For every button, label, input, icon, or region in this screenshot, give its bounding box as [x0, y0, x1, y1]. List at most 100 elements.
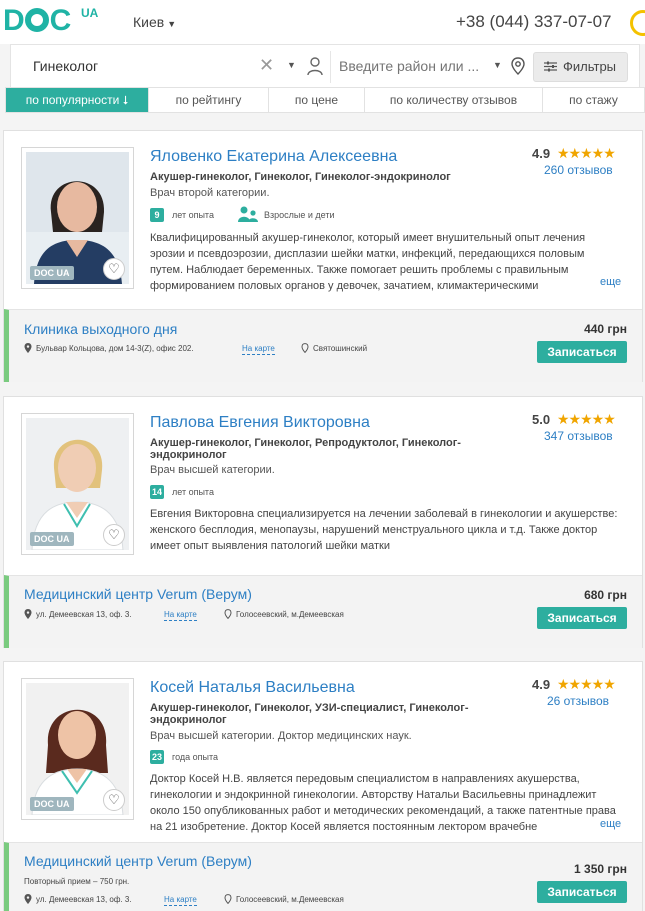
clinic-name[interactable]: Клиника выходного дня: [24, 321, 177, 337]
read-more-link[interactable]: еще: [598, 818, 622, 830]
doctor-category: Врач второй категории.: [150, 187, 270, 199]
doctor-category: Врач высшей категории.: [150, 464, 275, 476]
sort-price[interactable]: по цене: [269, 88, 365, 112]
district-search: ▼: [337, 51, 535, 83]
doctor-photo[interactable]: DOC UA ♡: [21, 147, 134, 289]
doctor-card: DOC UA ♡ Косей Наталья Васильевна 4.9 ★★…: [3, 661, 643, 911]
district-input[interactable]: [339, 58, 479, 74]
sort-label: по цене: [294, 93, 339, 107]
clinic-address: ул. Демеевская 13, оф. 3.: [36, 895, 132, 904]
chevron-down-icon: ▼: [167, 19, 177, 29]
doctor-portrait: DOC UA ♡: [26, 683, 129, 815]
doctor-name[interactable]: Яловенко Екатерина Алексеевна: [150, 148, 397, 166]
sort-label: по популярности: [25, 93, 120, 107]
filters-button[interactable]: Фильтры: [533, 52, 628, 82]
repeat-visit-price: Повторный прием – 750 грн.: [24, 877, 130, 886]
clinic-district: Святошинский: [313, 344, 368, 353]
reviews-link[interactable]: 260 отзывов: [544, 163, 613, 177]
phone-number[interactable]: +38 (044) 337-07-07: [456, 12, 611, 32]
experience-label: лет опыта: [172, 210, 214, 220]
favorite-heart-icon[interactable]: ♡: [103, 258, 125, 280]
city-selector[interactable]: Киев ▼: [133, 14, 176, 30]
experience-years: 9: [150, 208, 164, 222]
sort-experience[interactable]: по стажу: [543, 88, 644, 112]
visit-price: 680 грн: [584, 588, 627, 602]
logo-text: DC: [3, 4, 71, 37]
clinic-district: Голосеевский, м.Демеевская: [236, 895, 344, 904]
experience-years: 14: [150, 485, 164, 499]
experience-label: года опыта: [172, 752, 219, 762]
logo-sup: UA: [81, 6, 99, 20]
chevron-down-icon[interactable]: ▼: [287, 60, 296, 70]
book-appointment-button[interactable]: Записаться: [537, 607, 627, 629]
doctor-name[interactable]: Косей Наталья Васильевна: [150, 679, 355, 697]
visit-price: 1 350 грн: [574, 862, 627, 876]
doctor-specialties: Акушер-гинеколог, Гинеколог, УЗИ-специал…: [150, 702, 469, 726]
filters-label: Фильтры: [563, 59, 617, 74]
clear-icon[interactable]: ✕: [259, 55, 274, 76]
city-label: Киев: [133, 14, 165, 30]
doctor-category: Врач высшей категории. Доктор медицински…: [150, 730, 412, 742]
clinic-address: ул. Демеевская 13, оф. 3.: [36, 610, 132, 619]
doctor-person-icon[interactable]: [306, 56, 324, 76]
rating-stars: ★★★★★: [557, 676, 616, 692]
doctor-photo[interactable]: DOC UA ♡: [21, 678, 134, 820]
location-pin-icon: [24, 343, 32, 353]
location-outline-icon: [224, 894, 232, 904]
sort-label: по количеству отзывов: [389, 93, 518, 107]
rating-value: 5.0: [532, 412, 551, 427]
doc-ua-badge: DOC UA: [30, 797, 74, 811]
reviews-link[interactable]: 347 отзывов: [544, 429, 613, 443]
sort-label: по стажу: [569, 93, 618, 107]
clinic-section: Клиника выходного дня Бульвар Кольцова, …: [4, 309, 642, 382]
experience-years: 23: [150, 750, 164, 764]
doctor-description: Квалифицированный акушер-гинеколог, кото…: [150, 232, 586, 292]
clinic-section: Медицинский центр Verum (Верум) Повторны…: [4, 842, 642, 911]
specialty-search: ✕ ▼: [21, 51, 331, 83]
on-map-link[interactable]: На карте: [164, 895, 197, 906]
patient-ages: Взрослые и дети: [264, 210, 335, 220]
doctor-portrait: DOC UA ♡: [26, 418, 129, 550]
top-bar: DC UA Киев ▼ +38 (044) 337-07-07: [0, 0, 645, 44]
clinic-district: Голосеевский, м.Демеевская: [236, 610, 344, 619]
location-outline-icon: [301, 343, 309, 353]
location-pin-icon[interactable]: [511, 57, 525, 75]
clinic-address: Бульвар Кольцова, дом 14-3(Z), офис 202.: [36, 344, 194, 353]
doctor-card: DOC UA ♡ Павлова Евгения Викторовна 5.0 …: [3, 396, 643, 648]
experience-label: лет опыта: [172, 487, 214, 497]
doctor-photo[interactable]: DOC UA ♡: [21, 413, 134, 555]
site-logo[interactable]: DC UA: [3, 4, 113, 38]
sort-tabs: по популярности ⭣ по рейтингу по цене по…: [5, 87, 645, 113]
search-bar: ✕ ▼ ▼ Фильтры: [10, 44, 640, 89]
chevron-down-icon[interactable]: ▼: [493, 60, 502, 70]
location-pin-icon: [24, 609, 32, 619]
clinic-name[interactable]: Медицинский центр Verum (Верум): [24, 853, 252, 869]
sort-reviews-count[interactable]: по количеству отзывов: [365, 88, 543, 112]
rating-value: 4.9: [532, 146, 551, 161]
read-more-link[interactable]: еще: [598, 276, 622, 288]
favorite-heart-icon[interactable]: ♡: [103, 524, 125, 546]
arrow-down-icon: ⭣: [122, 93, 129, 107]
doctor-specialties: Акушер-гинеколог, Гинеколог, Репродуктол…: [150, 437, 461, 461]
doctor-description: Евгения Викторовна специализируется на л…: [150, 508, 618, 552]
on-map-link[interactable]: На карте: [242, 344, 275, 355]
doctor-portrait: DOC UA ♡: [26, 152, 129, 284]
callback-icon[interactable]: [630, 10, 645, 36]
clinic-name[interactable]: Медицинский центр Verum (Верум): [24, 586, 252, 602]
reviews-link[interactable]: 26 отзывов: [547, 694, 609, 708]
rating-stars: ★★★★★: [557, 145, 616, 161]
specialty-input[interactable]: [33, 58, 233, 74]
doctor-card: DOC UA ♡ Яловенко Екатерина Алексеевна 4…: [3, 130, 643, 382]
book-appointment-button[interactable]: Записаться: [537, 341, 627, 363]
favorite-heart-icon[interactable]: ♡: [103, 789, 125, 811]
on-map-link[interactable]: На карте: [164, 610, 197, 621]
sort-rating[interactable]: по рейтингу: [149, 88, 269, 112]
sliders-icon: [544, 61, 557, 72]
doctor-description: Доктор Косей Н.В. является передовым спе…: [150, 773, 616, 833]
sort-popularity[interactable]: по популярности ⭣: [6, 88, 149, 112]
doc-ua-badge: DOC UA: [30, 532, 74, 546]
book-appointment-button[interactable]: Записаться: [537, 881, 627, 903]
doctor-name[interactable]: Павлова Евгения Викторовна: [150, 414, 370, 432]
visit-price: 440 грн: [584, 322, 627, 336]
clinic-section: Медицинский центр Verum (Верум) ул. Деме…: [4, 575, 642, 648]
